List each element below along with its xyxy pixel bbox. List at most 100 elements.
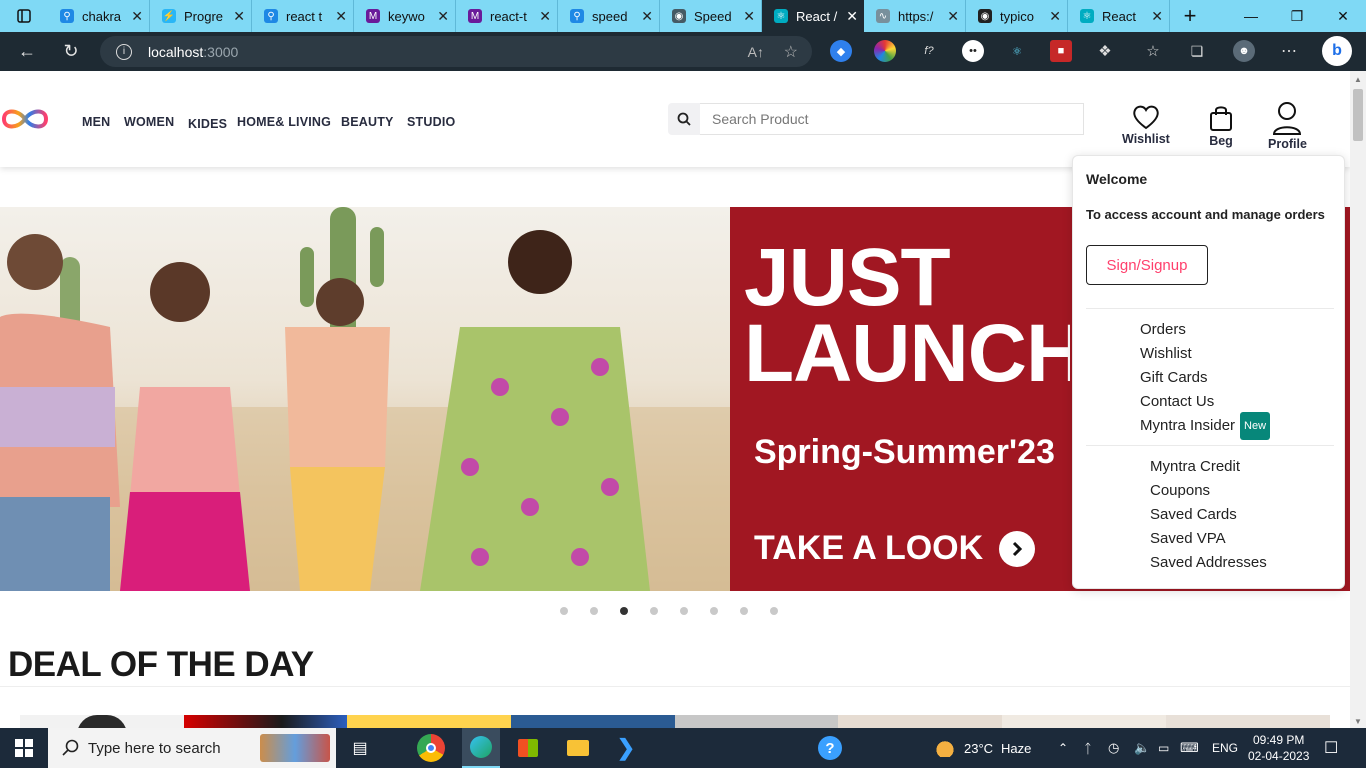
extensions-puzzle-icon[interactable]: ❖ <box>1094 40 1116 62</box>
bing-chat-icon[interactable]: b <box>1322 36 1352 66</box>
read-aloud-icon[interactable]: A↑ <box>748 44 764 60</box>
show-hidden-icons[interactable]: ⌃ <box>1058 728 1068 768</box>
scrollbar-thumb[interactable] <box>1353 89 1363 141</box>
dropdown-item[interactable]: Wishlist <box>1140 342 1270 366</box>
deal-product-thumb[interactable] <box>347 715 511 728</box>
browser-tab[interactable]: ⚲ react t ✕ <box>252 0 354 32</box>
new-tab-button[interactable]: + <box>1174 0 1206 32</box>
more-menu-icon[interactable]: ⋯ <box>1278 40 1300 62</box>
carousel-dot[interactable] <box>770 607 778 615</box>
deal-product-thumb[interactable] <box>838 715 1002 728</box>
reload-button[interactable]: ↻ <box>50 32 92 71</box>
close-tab-icon[interactable]: ✕ <box>1151 8 1163 25</box>
store-icon[interactable] <box>514 734 542 762</box>
deal-product-thumb[interactable] <box>1002 715 1166 728</box>
back-button[interactable]: ← <box>6 32 48 71</box>
tab-actions-icon[interactable] <box>0 0 48 32</box>
close-window-button[interactable]: ✕ <box>1320 0 1366 32</box>
favorite-add-icon[interactable]: ☆ <box>784 42 798 62</box>
nav-item[interactable]: WOMEN <box>124 115 174 129</box>
dropdown-item[interactable]: Gift Cards <box>1140 366 1270 390</box>
carousel-dot[interactable] <box>590 607 598 615</box>
extension-red-icon[interactable]: ■ <box>1050 40 1072 62</box>
extension-color-icon[interactable] <box>874 40 896 62</box>
browser-tab[interactable]: Mreact-t ✕ <box>456 0 558 32</box>
carousel-dot[interactable] <box>620 607 628 615</box>
keyboard-icon[interactable]: ⌨ <box>1180 728 1199 768</box>
browser-tab[interactable]: ⚲ chakra ✕ <box>48 0 150 32</box>
bluetooth-icon[interactable]: ᛏ <box>1084 728 1092 768</box>
restore-button[interactable]: ❐ <box>1274 0 1320 32</box>
deal-product-thumb[interactable] <box>184 715 347 728</box>
network-icon[interactable]: ◷ <box>1108 728 1119 768</box>
deal-product-thumb[interactable] <box>511 715 675 728</box>
browser-tab[interactable]: ⚛ React ✕ <box>1068 0 1170 32</box>
help-icon[interactable]: ? <box>818 736 842 760</box>
vscode-icon[interactable]: ❯ <box>612 734 640 762</box>
windows-start-icon[interactable] <box>10 734 38 762</box>
carousel-dot[interactable] <box>710 607 718 615</box>
browser-tab[interactable]: Mkeywo ✕ <box>354 0 456 32</box>
dropdown-item[interactable]: Saved Cards <box>1150 503 1267 527</box>
close-tab-icon[interactable]: ✕ <box>743 8 755 25</box>
browser-tab[interactable]: ⚛ React / ✕ <box>762 0 864 32</box>
dropdown-item[interactable]: Coupons <box>1150 479 1267 503</box>
file-explorer-icon[interactable] <box>564 734 592 762</box>
address-bar[interactable]: i localhost:3000 A↑ ☆ <box>100 36 812 67</box>
close-tab-icon[interactable]: ✕ <box>947 8 959 25</box>
close-tab-icon[interactable]: ✕ <box>437 8 449 25</box>
favorites-icon[interactable]: ☆ <box>1142 40 1164 62</box>
deal-product-thumb[interactable] <box>20 715 184 728</box>
browser-tab[interactable]: ∿ https:/ ✕ <box>864 0 966 32</box>
battery-icon[interactable]: ▭ <box>1158 728 1169 768</box>
nav-item[interactable]: BEAUTY <box>341 115 394 129</box>
banner-cta[interactable]: TAKE A LOOK <box>754 529 1036 568</box>
signin-button[interactable]: Sign/Signup <box>1086 245 1208 285</box>
taskbar-search[interactable]: Type here to search <box>48 728 336 768</box>
page-scrollbar[interactable]: ▲ ▼ <box>1350 71 1366 728</box>
volume-icon[interactable]: 🔈 <box>1134 728 1150 768</box>
react-devtools-icon[interactable]: ⚛ <box>1006 40 1028 62</box>
browser-tab[interactable]: ⚡ Progre ✕ <box>150 0 252 32</box>
info-icon[interactable]: i <box>116 43 132 60</box>
search-icon[interactable] <box>668 103 700 135</box>
bag-button[interactable]: Beg <box>1208 104 1234 148</box>
chrome-icon[interactable] <box>417 734 445 762</box>
dropdown-item[interactable]: Myntra Credit <box>1150 455 1267 479</box>
carousel-dot[interactable] <box>650 607 658 615</box>
dropdown-item[interactable]: Saved Addresses <box>1150 551 1267 575</box>
search-input[interactable] <box>700 103 1084 135</box>
close-tab-icon[interactable]: ✕ <box>1049 8 1061 25</box>
deal-product-thumb[interactable] <box>1166 715 1330 728</box>
close-tab-icon[interactable]: ✕ <box>131 8 143 25</box>
nav-item[interactable]: HOME& LIVING <box>237 115 331 129</box>
notifications-icon[interactable]: ☐ <box>1324 728 1338 768</box>
task-view-icon[interactable]: ▤ <box>346 734 374 762</box>
logo-icon[interactable] <box>0 107 50 136</box>
profile-button[interactable]: Profile <box>1268 101 1307 151</box>
browser-tab[interactable]: ⚲ speed ✕ <box>558 0 660 32</box>
browser-tab[interactable]: ◉ Speed ✕ <box>660 0 762 32</box>
weather-widget[interactable]: 23°C Haze <box>934 728 1031 768</box>
carousel-dot[interactable] <box>740 607 748 615</box>
dropdown-item[interactable]: Contact Us <box>1140 390 1270 414</box>
minimize-button[interactable]: — <box>1228 0 1274 32</box>
close-tab-icon[interactable]: ✕ <box>233 8 245 25</box>
nav-item[interactable]: STUDIO <box>407 115 455 129</box>
extension-fx-icon[interactable]: f? <box>918 40 940 62</box>
close-tab-icon[interactable]: ✕ <box>335 8 347 25</box>
extension-1-icon[interactable]: ◆ <box>830 40 852 62</box>
dropdown-item[interactable]: Orders <box>1140 318 1270 342</box>
dropdown-item[interactable]: Saved VPA <box>1150 527 1267 551</box>
user-avatar-icon[interactable]: ☻ <box>1233 40 1255 62</box>
scroll-down-icon[interactable]: ▼ <box>1354 717 1362 726</box>
carousel-dot[interactable] <box>560 607 568 615</box>
close-tab-icon[interactable]: ✕ <box>539 8 551 25</box>
wishlist-button[interactable]: Wishlist <box>1122 103 1170 146</box>
collections-icon[interactable]: ❏ <box>1186 40 1208 62</box>
nav-item[interactable]: MEN <box>82 115 110 129</box>
close-tab-icon[interactable]: ✕ <box>846 8 858 25</box>
extension-chat-icon[interactable]: •• <box>962 40 984 62</box>
edge-icon[interactable] <box>462 728 500 768</box>
deal-product-thumb[interactable] <box>675 715 838 728</box>
